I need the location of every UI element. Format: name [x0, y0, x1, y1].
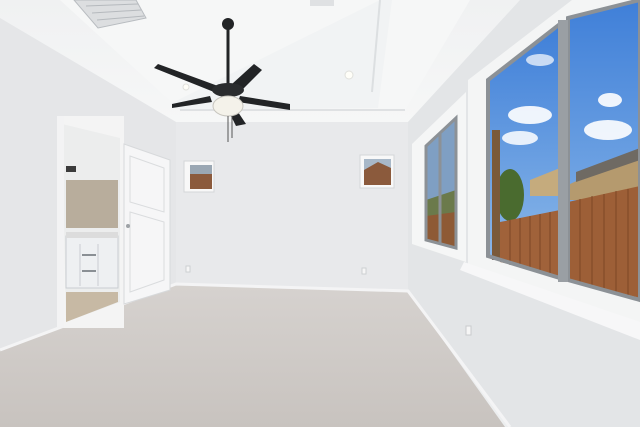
bathroom-wall-tile [66, 180, 118, 228]
small-window [183, 160, 215, 193]
cloud [598, 93, 622, 107]
bathroom-vanity [65, 235, 119, 289]
door-handle [126, 224, 130, 228]
cloud [584, 120, 632, 140]
back-wall [176, 122, 408, 291]
cloud [502, 131, 538, 145]
tree [496, 169, 524, 221]
open-door [123, 143, 171, 305]
bathroom-mirror-light [66, 166, 76, 172]
room-photo [0, 0, 640, 427]
cloud [526, 54, 554, 66]
recessed-light [344, 70, 354, 80]
cloud [508, 106, 552, 124]
electrical-outlet [185, 265, 191, 273]
small-vent [310, 0, 334, 6]
fan-light [212, 95, 244, 117]
electrical-outlet [465, 325, 472, 336]
door-frame [57, 116, 64, 328]
bathroom-doorway [57, 116, 124, 328]
recessed-light [182, 83, 190, 91]
electrical-outlet [361, 267, 367, 275]
small-window [359, 154, 395, 189]
